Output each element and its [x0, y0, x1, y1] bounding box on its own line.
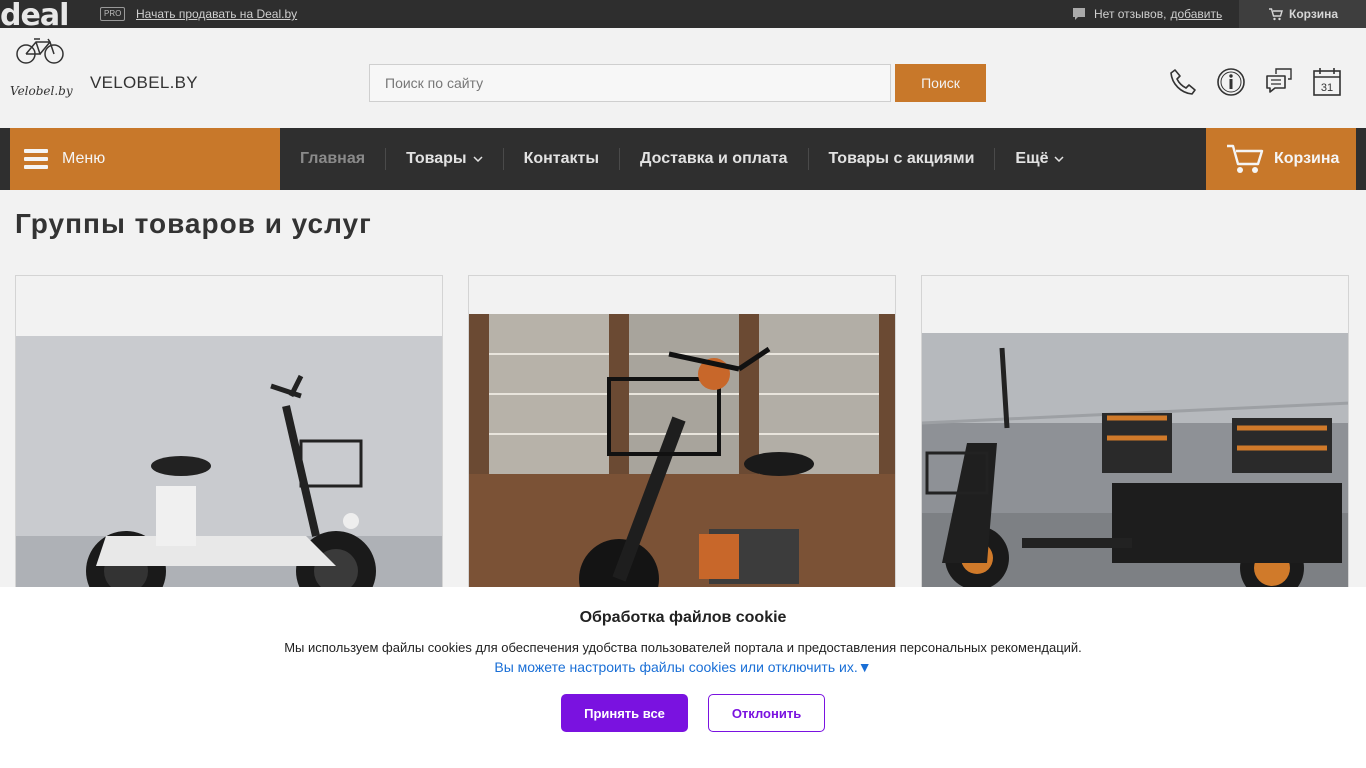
pro-badge[interactable]: PRO [100, 7, 126, 21]
hamburger-icon [24, 149, 48, 169]
nav-cart-label: Корзина [1274, 150, 1340, 167]
reviews-block: Нет отзывов, добавить [1072, 7, 1222, 21]
chevron-down-icon [473, 156, 483, 162]
nav-item-label: Главная [300, 150, 366, 167]
product-group-card[interactable] [15, 275, 443, 595]
deal-logo[interactable]: deal [0, 0, 68, 28]
menu-label: Меню [62, 150, 106, 167]
cookie-banner: Обработка файлов cookie Мы используем фа… [0, 587, 1366, 768]
reviews-text: Нет отзывов, [1094, 7, 1167, 21]
accept-all-button[interactable]: Принять все [561, 694, 688, 732]
catalog-menu-button[interactable]: Меню [10, 128, 280, 190]
nav-items: Главная Товары Контакты Доставка и оплат… [280, 128, 1084, 190]
start-selling-link[interactable]: Начать продавать на Deal.by [136, 7, 297, 21]
cookie-settings-link[interactable]: Вы можете настроить файлы cookies или от… [0, 659, 1366, 675]
add-review-link[interactable]: добавить [1170, 7, 1222, 21]
cart-icon [1269, 7, 1283, 20]
search-input[interactable] [369, 64, 891, 102]
page-title: Группы товаров и услуг [15, 208, 372, 239]
calendar-day: 31 [1321, 82, 1333, 94]
scooter-white-image [16, 336, 442, 594]
nav-item-label: Товары [406, 150, 467, 167]
deal-topbar: deal PRO Начать продавать на Deal.by Нет… [0, 0, 1366, 28]
search-button[interactable]: Поиск [895, 64, 986, 102]
chevron-down-icon [1054, 156, 1065, 162]
logo-text: Velobel.by [10, 84, 73, 98]
product-group-card[interactable] [921, 275, 1349, 595]
site-name[interactable]: VELOBEL.BY [90, 73, 198, 93]
nav-item-label: Товары с акциями [828, 150, 975, 167]
calendar-icon[interactable]: 31 [1311, 66, 1343, 98]
info-icon[interactable] [1215, 66, 1247, 98]
nav-item-contacts[interactable]: Контакты [504, 148, 621, 170]
comment-icon [1073, 8, 1085, 20]
top-cart-label: Корзина [1289, 7, 1339, 21]
chat-icon[interactable] [1263, 66, 1295, 98]
nav-item-label: Доставка и оплата [640, 150, 788, 167]
nav-item-products[interactable]: Товары [386, 148, 504, 170]
cart-icon [1227, 144, 1264, 173]
phone-icon[interactable] [1167, 66, 1199, 98]
nav-cart-button[interactable]: Корзина [1206, 128, 1356, 190]
nav-item-home[interactable]: Главная [280, 148, 387, 170]
bicycle-logo-icon[interactable] [10, 34, 72, 78]
nav-item-promotions[interactable]: Товары с акциями [809, 148, 996, 170]
cookie-title: Обработка файлов cookie [579, 609, 787, 626]
decline-button[interactable]: Отклонить [708, 694, 825, 732]
scooter-black-image [469, 314, 895, 594]
nav-item-label: Ещё [1015, 150, 1049, 167]
cookie-text: Мы используем файлы cookies для обеспече… [284, 640, 1082, 655]
nav-item-more[interactable]: Ещё [995, 148, 1084, 170]
top-cart-button[interactable]: Корзина [1239, 0, 1366, 28]
tricycle-image [922, 333, 1348, 594]
product-group-card[interactable] [468, 275, 896, 595]
nav-item-delivery[interactable]: Доставка и оплата [620, 148, 809, 170]
nav-item-label: Контакты [523, 150, 600, 167]
